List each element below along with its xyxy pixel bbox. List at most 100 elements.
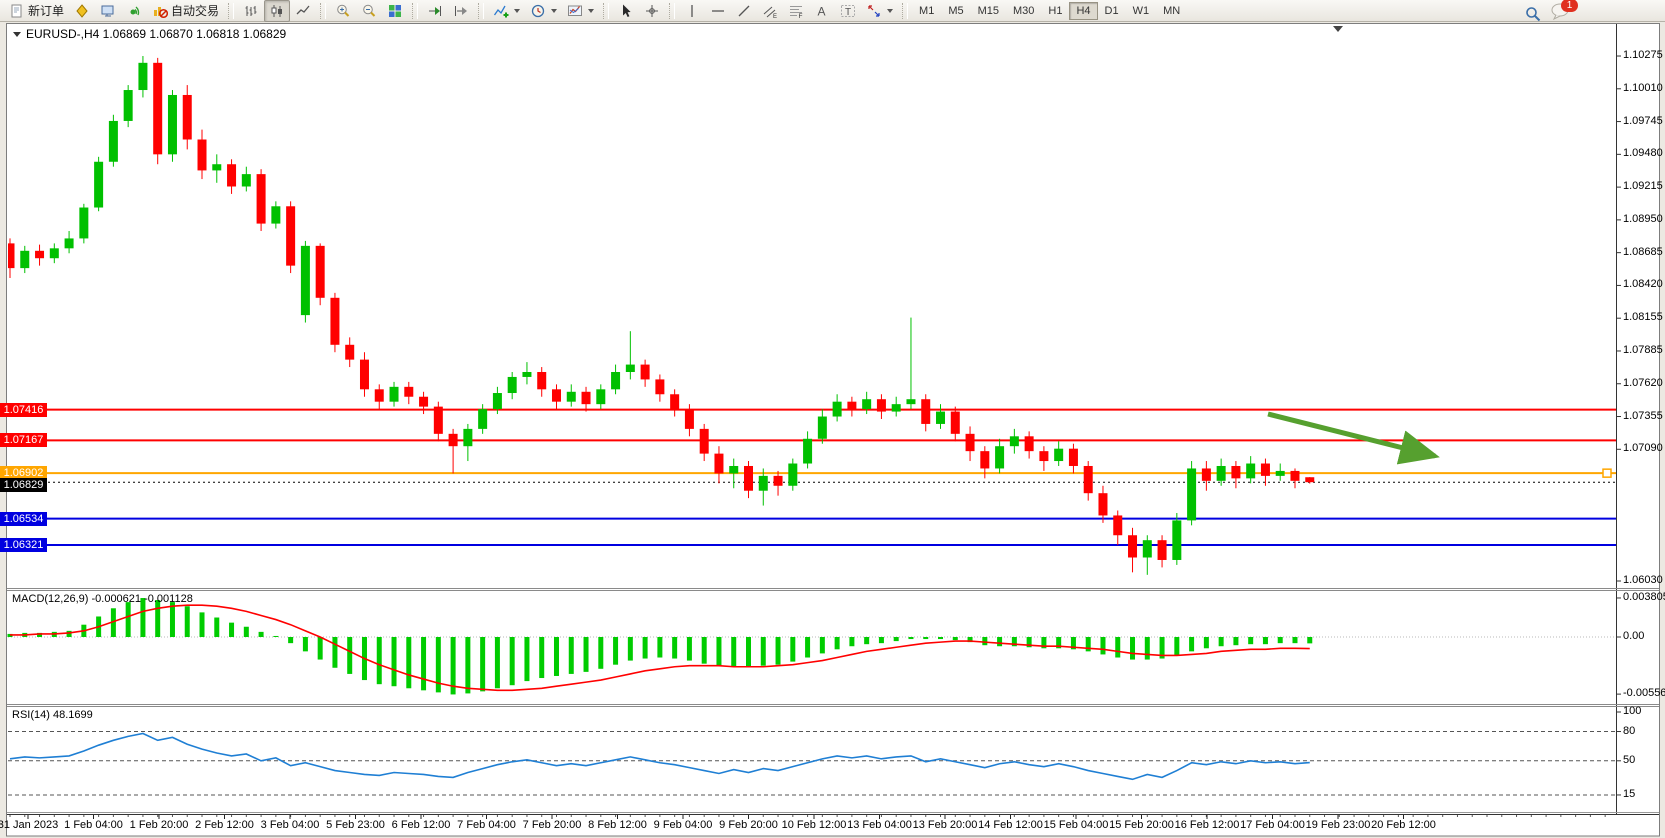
candle-up [833,402,842,417]
notification-button[interactable]: 1 [1550,2,1572,25]
candle-down [345,345,354,360]
zoom-out-button[interactable] [356,0,382,22]
candle-down [316,246,325,298]
vertical-line-icon [684,3,700,19]
terminal-button[interactable] [95,0,121,22]
dropdown-caret [551,9,557,13]
candle-down [921,399,930,424]
candle-down [1039,451,1048,461]
fibonacci-button[interactable]: F [783,0,809,22]
candle-down [1084,466,1093,493]
signals-icon [126,3,142,19]
candle-down [1305,477,1314,482]
periods-button[interactable] [525,0,562,22]
autotrading-button[interactable]: 自动交易 [147,0,224,22]
macd-hist-bar [894,637,899,641]
timeframe-button-h4[interactable]: H4 [1069,2,1097,20]
macd-hist-bar [524,637,529,681]
macd-hist-bar [421,637,426,690]
macd-hist-bar [1100,637,1105,654]
timeframe-button-w1[interactable]: W1 [1126,2,1157,20]
candle-up [729,466,738,473]
candle-down [582,392,591,404]
candle-up [124,90,133,121]
cursor-icon [618,3,634,19]
equidistant-channel-button[interactable]: E [757,0,783,22]
macd-hist-bar [539,637,544,678]
macd-hist-bar [628,637,633,661]
candle-up [1246,464,1255,479]
macd-hist-bar [214,618,219,637]
macd-hist-bar [776,637,781,665]
auto-scroll-button[interactable] [422,0,448,22]
candle-down [183,95,192,140]
toolbar-grip [603,3,609,19]
candle-up [818,417,827,439]
profiles-button[interactable] [69,0,95,22]
chart-canvas[interactable] [0,0,1665,838]
tile-windows-icon [387,3,403,19]
candle-down [449,434,458,446]
chart-title-expand-icon[interactable] [13,32,21,37]
search-icon[interactable] [1524,5,1542,23]
candlestick-chart-button[interactable] [264,0,290,22]
candle-down [1290,471,1299,481]
macd-hist-bar [982,637,987,645]
arrows-button[interactable] [861,0,898,22]
timeframe-button-h1[interactable]: H1 [1041,2,1069,20]
cursor-button[interactable] [613,0,639,22]
macd-hist-bar [1189,637,1194,651]
notification-count-badge: 1 [1561,0,1578,12]
signals-button[interactable] [121,0,147,22]
candle-down [257,174,266,223]
zoom-in-button[interactable] [330,0,356,22]
dropdown-caret [588,9,594,13]
line-chart-button[interactable] [290,0,316,22]
timeframe-button-mn[interactable]: MN [1156,2,1187,20]
bar-chart-button[interactable] [238,0,264,22]
candle-down [1158,540,1167,560]
horizontal-line-button[interactable] [705,0,731,22]
candle-up [109,121,118,162]
candle-down [877,399,886,411]
templates-button[interactable] [562,0,599,22]
timeframe-button-d1[interactable]: D1 [1098,2,1126,20]
macd-hist-bar [480,637,485,691]
timeframe-button-m30[interactable]: M30 [1006,2,1041,20]
macd-hist-bar [406,637,411,688]
macd-hist-bar [244,627,249,637]
candle-down [655,379,664,394]
timeframe-button-m5[interactable]: M5 [941,2,970,20]
tile-windows-button[interactable] [382,0,408,22]
svg-text:T: T [845,7,851,18]
timeframe-button-m15[interactable]: M15 [971,2,1006,20]
text-label-button[interactable]: T [835,0,861,22]
timeframe-button-m1[interactable]: M1 [912,2,941,20]
toolbar-grip [320,3,326,19]
candle-up [212,164,221,170]
text-button[interactable]: A [809,0,835,22]
candle-up [493,393,502,409]
timeframe-bar: M1M5M15M30H1H4D1W1MN [912,2,1187,20]
macd-hist-bar [1292,637,1297,643]
chart-shift-button[interactable] [448,0,474,22]
crosshair-button[interactable] [639,0,665,22]
macd-hist-bar [820,637,825,653]
macd-hist-bar [185,606,190,637]
vertical-line-button[interactable] [679,0,705,22]
macd-hist-bar [746,637,751,667]
macd-hist-bar [908,637,913,639]
candle-up [301,246,310,315]
candle-up [271,206,280,223]
new-order-button[interactable]: 新订单 [4,0,69,22]
indicators-button[interactable] [488,0,525,22]
trendline-button[interactable] [731,0,757,22]
order-line-handle[interactable] [1603,469,1611,477]
indicators-icon [493,3,509,19]
candle-up [1054,449,1063,461]
candle-down [1128,535,1137,557]
candle-down [375,389,384,401]
candle-down [153,63,162,155]
macd-hist-bar [259,632,264,637]
candle-down [404,387,413,397]
